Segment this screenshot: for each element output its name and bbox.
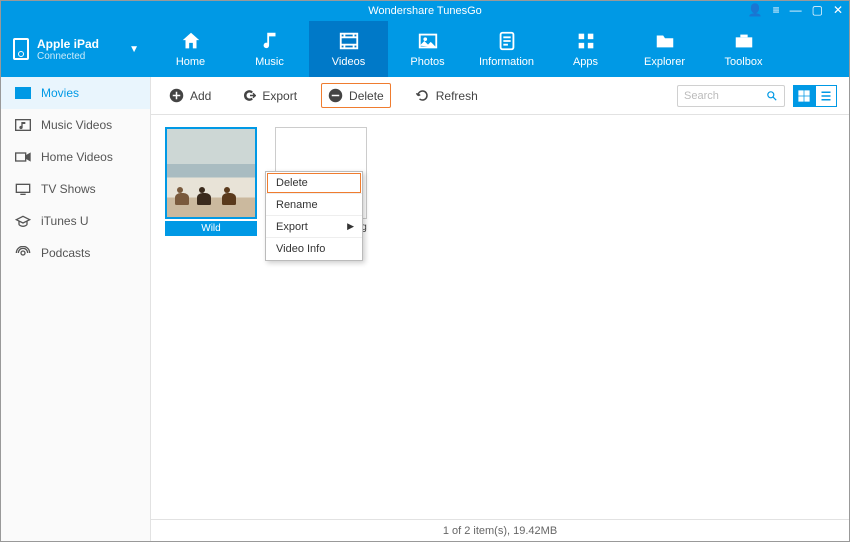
nav-toolbox[interactable]: Toolbox	[704, 21, 783, 77]
apps-icon	[575, 30, 597, 52]
app-title: Wondershare TunesGo	[368, 5, 482, 17]
minus-icon	[328, 88, 343, 103]
home-videos-icon	[15, 150, 31, 164]
minimize-icon[interactable]: —	[790, 3, 802, 17]
chevron-right-icon: ▶	[347, 221, 354, 232]
search-placeholder: Search	[684, 90, 719, 102]
close-icon[interactable]: ✕	[833, 3, 843, 17]
refresh-icon	[415, 88, 430, 103]
main-panel: Add Export Delete Refresh Search	[151, 77, 849, 541]
add-button[interactable]: Add	[163, 84, 217, 107]
chevron-down-icon: ▼	[129, 44, 139, 55]
sidebar-item-podcasts[interactable]: Podcasts	[1, 237, 150, 269]
sidebar-item-movies[interactable]: Movies	[1, 77, 150, 109]
nav-photos[interactable]: Photos	[388, 21, 467, 77]
view-toggle	[793, 85, 837, 107]
explorer-icon	[654, 30, 676, 52]
nav-apps[interactable]: Apps	[546, 21, 625, 77]
videos-icon	[338, 30, 360, 52]
device-selector[interactable]: Apple iPad Connected ▼	[1, 21, 151, 77]
refresh-button[interactable]: Refresh	[409, 84, 484, 107]
sidebar-item-home-videos[interactable]: Home Videos	[1, 141, 150, 173]
video-thumbnail	[165, 127, 257, 219]
podcasts-icon	[15, 246, 31, 260]
device-icon	[13, 38, 29, 60]
nav-explorer[interactable]: Explorer	[625, 21, 704, 77]
grid-view-button[interactable]	[793, 85, 815, 107]
window-controls: 👤 ≡ — ▢ ✕	[748, 3, 843, 17]
search-input[interactable]: Search	[677, 85, 785, 107]
video-thumb-1[interactable]: Wild	[165, 127, 257, 247]
information-icon	[496, 30, 518, 52]
maximize-icon[interactable]: ▢	[812, 3, 823, 17]
toolbox-icon	[733, 30, 755, 52]
movies-icon	[15, 86, 31, 100]
menu-icon[interactable]: ≡	[773, 3, 780, 17]
nav-music[interactable]: Music	[230, 21, 309, 77]
search-icon	[766, 90, 778, 102]
home-icon	[180, 30, 202, 52]
status-text: 1 of 2 item(s), 19.42MB	[443, 525, 557, 537]
nav-home[interactable]: Home	[151, 21, 230, 77]
music-icon	[259, 30, 281, 52]
export-button[interactable]: Export	[235, 84, 303, 107]
grid-icon	[798, 90, 810, 102]
video-caption: Wild	[165, 221, 257, 236]
list-icon	[820, 90, 832, 102]
delete-button[interactable]: Delete	[321, 83, 391, 108]
sidebar-item-music-videos[interactable]: Music Videos	[1, 109, 150, 141]
toolbar: Add Export Delete Refresh Search	[151, 77, 849, 115]
sidebar-item-tv-shows[interactable]: TV Shows	[1, 173, 150, 205]
ctx-delete[interactable]: Delete	[266, 172, 362, 194]
nav-videos[interactable]: Videos	[309, 21, 388, 77]
export-icon	[241, 88, 256, 103]
user-icon[interactable]: 👤	[748, 3, 763, 17]
ctx-export[interactable]: Export▶	[266, 216, 362, 238]
top-nav: Apple iPad Connected ▼ Home Music Videos…	[1, 21, 849, 77]
content-area: Wild - Why Are You Being Like This Delet…	[151, 115, 849, 519]
device-status: Connected	[37, 51, 99, 62]
plus-icon	[169, 88, 184, 103]
device-name: Apple iPad	[37, 37, 99, 51]
sidebar-item-itunes-u[interactable]: iTunes U	[1, 205, 150, 237]
ctx-rename[interactable]: Rename	[266, 194, 362, 216]
music-videos-icon	[15, 118, 31, 132]
sidebar: Movies Music Videos Home Videos TV Shows…	[1, 77, 151, 541]
tv-shows-icon	[15, 182, 31, 196]
nav-information[interactable]: Information	[467, 21, 546, 77]
context-menu: Delete Rename Export▶ Video Info	[265, 171, 363, 261]
ctx-video-info[interactable]: Video Info	[266, 238, 362, 260]
title-bar: Wondershare TunesGo 👤 ≡ — ▢ ✕	[1, 1, 849, 21]
list-view-button[interactable]	[815, 85, 837, 107]
photos-icon	[417, 30, 439, 52]
itunes-u-icon	[15, 214, 31, 228]
status-bar: 1 of 2 item(s), 19.42MB	[151, 519, 849, 541]
